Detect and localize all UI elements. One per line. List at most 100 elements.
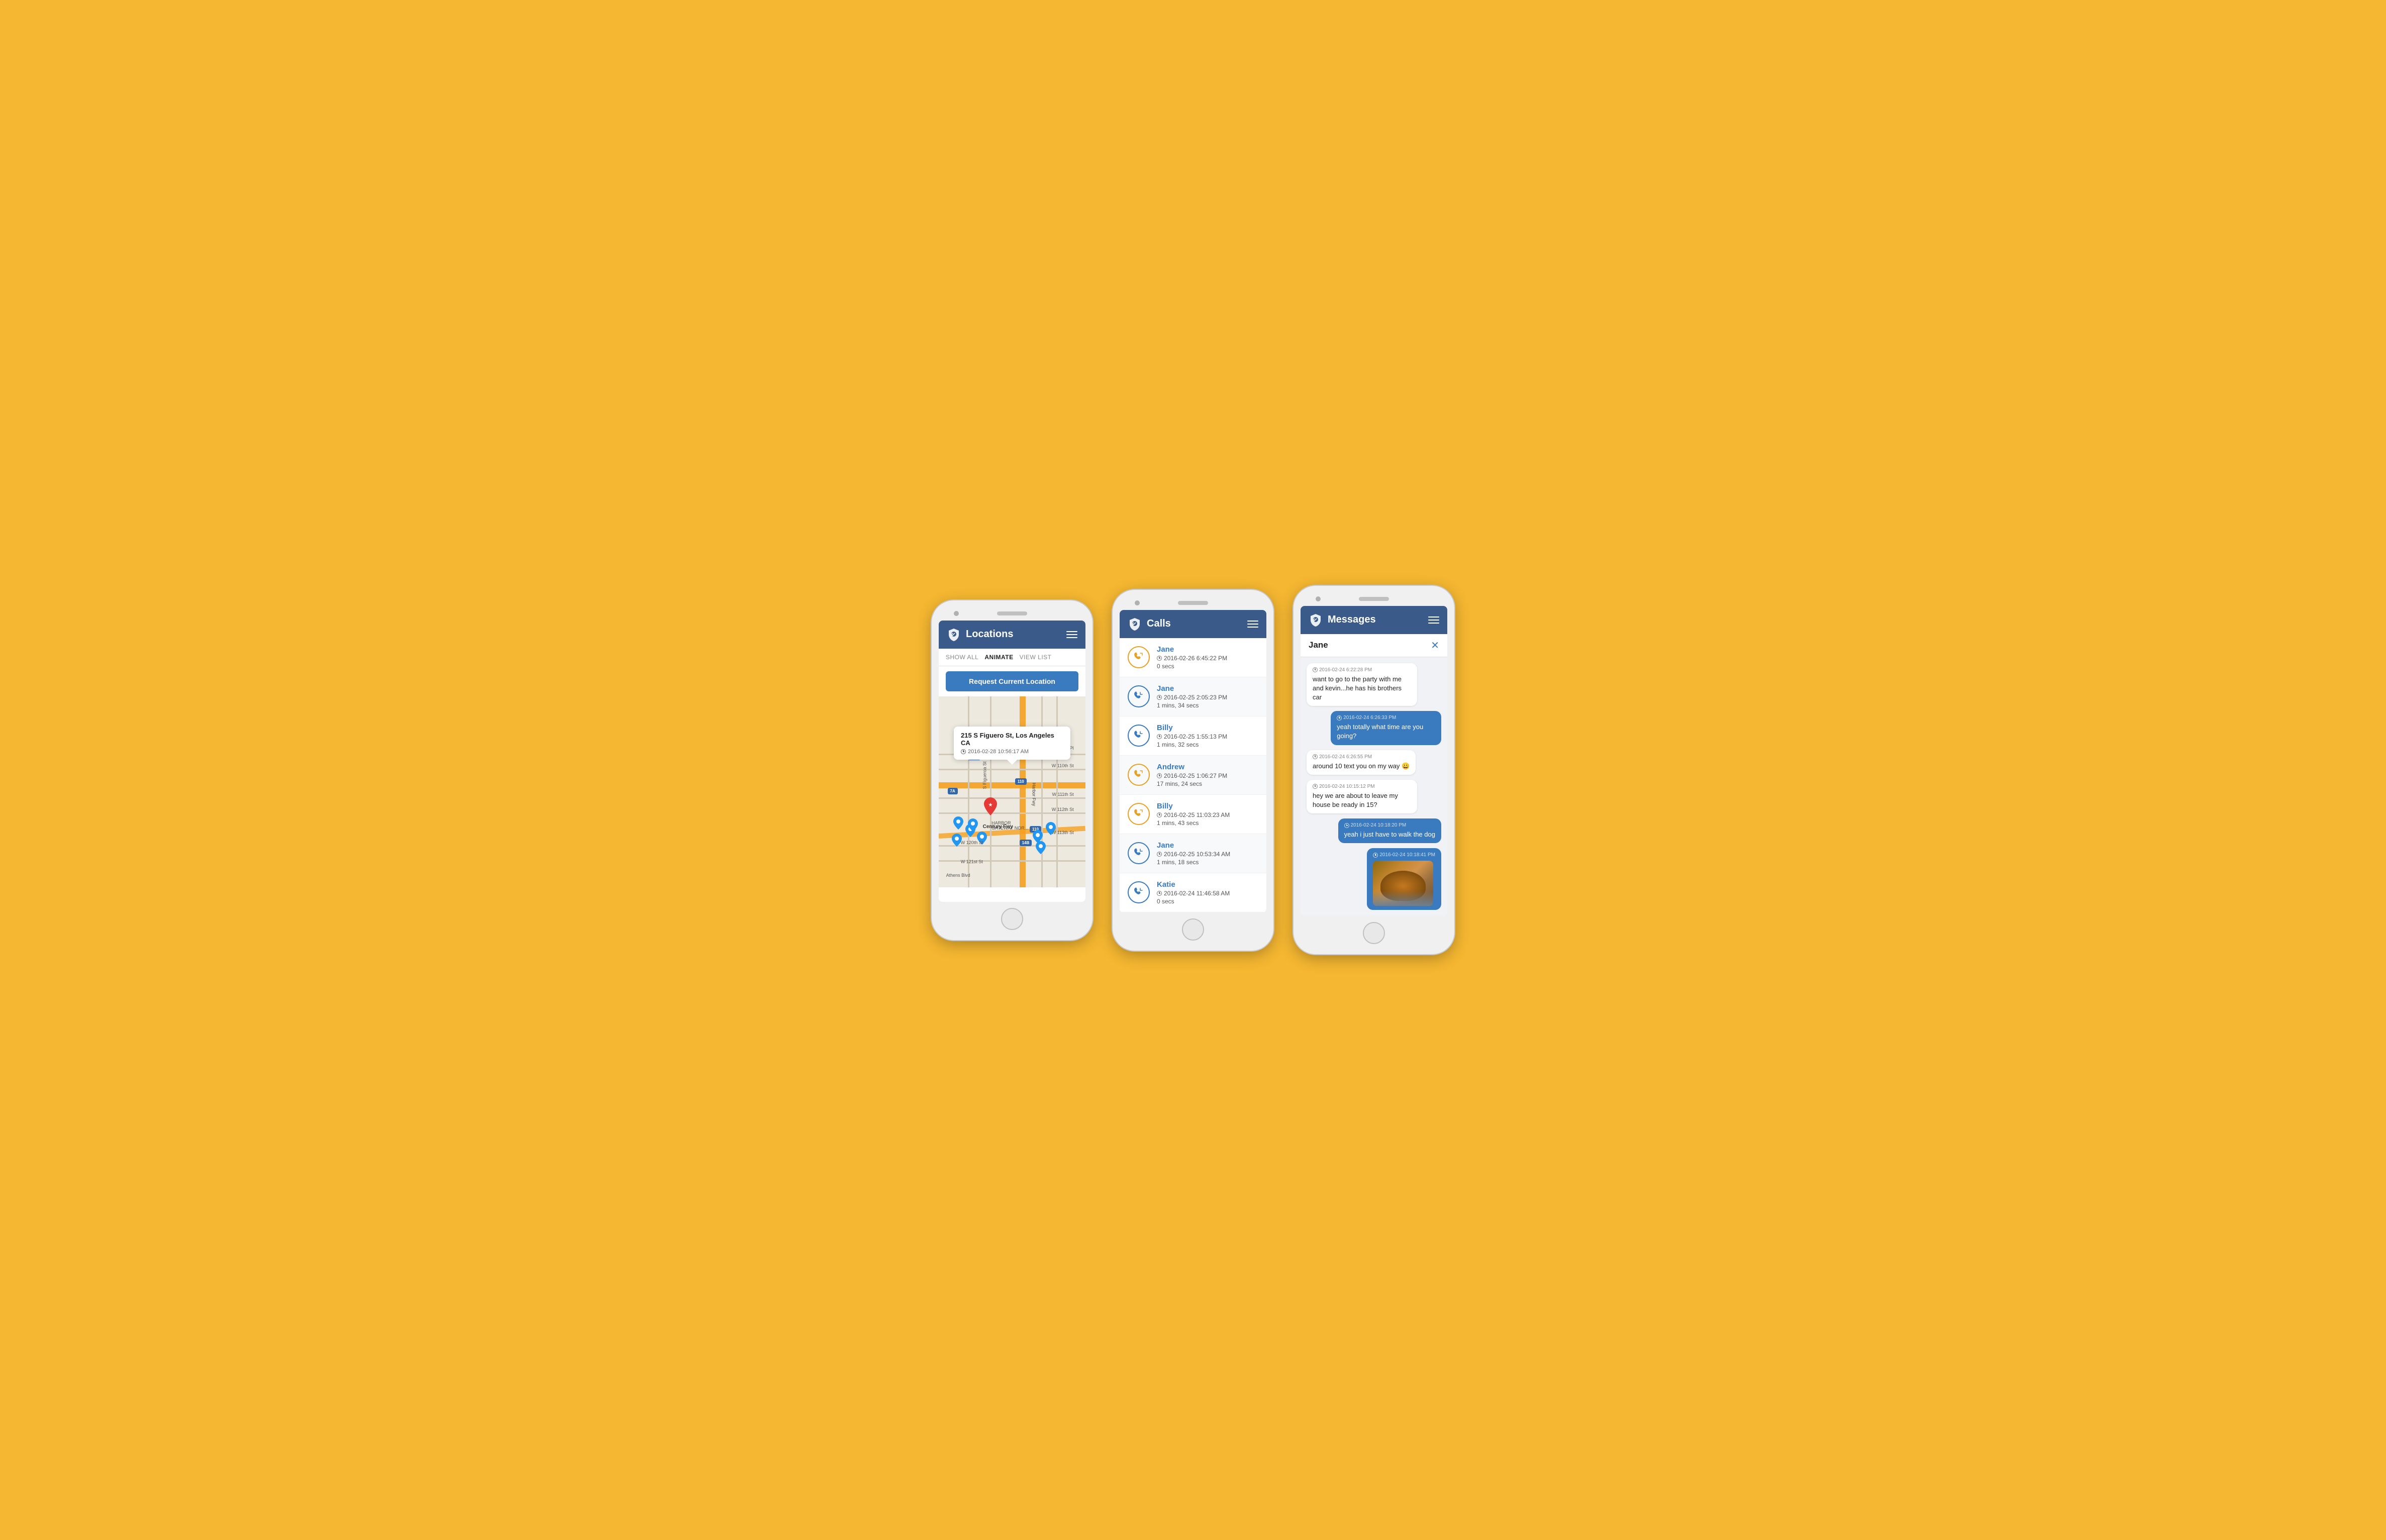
call-item[interactable]: Jane 2016-02-26 6:45:22 PM 0 secs: [1120, 638, 1266, 677]
call-item[interactable]: Billy 2016-02-25 11:03:23 AM 1 mins, 43 …: [1120, 795, 1266, 834]
call-time: 2016-02-25 1:55:13 PM: [1157, 733, 1258, 740]
home-button-1[interactable]: [1001, 908, 1023, 930]
call-clock-icon: [1157, 891, 1162, 896]
message-bubble: 2016-02-24 6:26:33 PM yeah totally what …: [1331, 711, 1441, 745]
blue-pin-1: [953, 816, 963, 832]
map-label-w121: W 121st St: [961, 859, 983, 864]
call-name: Andrew: [1157, 763, 1258, 771]
locations-menu[interactable]: [1066, 631, 1077, 638]
messages-contact-bar: Jane ✕: [1301, 634, 1447, 657]
phone-bottom-1: [939, 902, 1085, 933]
phone-bottom-3: [1301, 916, 1447, 947]
shield-logo-3: [1309, 613, 1323, 627]
speaker-1: [997, 611, 1027, 615]
message-time: 2016-02-24 6:22:28 PM: [1313, 667, 1411, 673]
home-button-3[interactable]: [1363, 922, 1385, 944]
street-v3: [1041, 696, 1043, 887]
call-clock-icon: [1157, 695, 1162, 700]
call-duration: 1 mins, 43 secs: [1157, 819, 1258, 827]
locations-header: Locations: [939, 621, 1085, 649]
call-item[interactable]: Jane 2016-02-25 10:53:34 AM 1 mins, 18 s…: [1120, 834, 1266, 873]
call-duration: 0 secs: [1157, 898, 1258, 905]
call-phone-icon: [1133, 808, 1144, 819]
call-time: 2016-02-25 10:53:34 AM: [1157, 851, 1258, 858]
road-v1: [1020, 696, 1026, 887]
call-info: Jane 2016-02-25 2:05:23 PM 1 mins, 34 se…: [1157, 684, 1258, 709]
message-time: 2016-02-24 10:15:12 PM: [1313, 784, 1411, 789]
street-h3: [939, 797, 1085, 799]
popup-arrow: [1007, 760, 1017, 765]
message-clock-icon: [1373, 853, 1378, 858]
phone-messages: Messages Jane ✕ 2016-02-24 6:22:28 PM wa…: [1294, 586, 1454, 955]
messages-header: Messages: [1301, 606, 1447, 634]
hamburger-line-2: [1066, 634, 1077, 635]
home-button-2[interactable]: [1182, 918, 1204, 941]
message-bubble: 2016-02-24 10:18:41 PM: [1367, 848, 1441, 910]
call-info: Billy 2016-02-25 11:03:23 AM 1 mins, 43 …: [1157, 802, 1258, 827]
red-star-pin: ★: [983, 797, 998, 818]
messages-menu[interactable]: [1428, 617, 1439, 624]
calls-header: Calls: [1120, 610, 1266, 638]
call-name: Jane: [1157, 645, 1258, 654]
message-time: 2016-02-24 10:18:20 PM: [1344, 823, 1435, 828]
call-time: 2016-02-26 6:45:22 PM: [1157, 655, 1258, 662]
call-info: Jane 2016-02-25 10:53:34 AM 1 mins, 18 s…: [1157, 841, 1258, 866]
call-icon-circle: [1128, 725, 1150, 747]
message-clock-icon: [1313, 754, 1318, 759]
call-phone-icon: [1133, 652, 1144, 663]
highway-14b-badge: 14B: [1020, 840, 1032, 846]
messages-contact-name: Jane: [1309, 640, 1328, 650]
animate-btn[interactable]: ANIMATE: [984, 654, 1013, 661]
call-phone-icon: [1133, 769, 1144, 780]
svg-text:★: ★: [988, 802, 992, 808]
view-list-btn[interactable]: VIEW LIST: [1020, 654, 1052, 661]
call-info: Billy 2016-02-25 1:55:13 PM 1 mins, 32 s…: [1157, 724, 1258, 748]
camera-3: [1316, 596, 1321, 601]
blue-pin-4: [968, 818, 978, 834]
road-h1: [939, 782, 1085, 788]
call-icon-circle: [1128, 646, 1150, 668]
calls-list: Jane 2016-02-26 6:45:22 PM 0 secs Jane 2…: [1120, 638, 1266, 912]
call-info: Jane 2016-02-26 6:45:22 PM 0 secs: [1157, 645, 1258, 670]
message-text: yeah i just have to walk the dog: [1344, 830, 1435, 839]
call-info: Andrew 2016-02-25 1:06:27 PM 17 mins, 24…: [1157, 763, 1258, 787]
phone-top-2: [1120, 597, 1266, 610]
street-h4: [939, 812, 1085, 814]
call-icon-circle: [1128, 803, 1150, 825]
message-time: 2016-02-24 6:26:33 PM: [1337, 715, 1435, 721]
hamburger-line-9: [1428, 623, 1439, 624]
call-duration: 17 mins, 24 secs: [1157, 780, 1258, 787]
request-location-button[interactable]: Request Current Location: [946, 671, 1078, 691]
popup-time: 2016-02-28 10:56:17 AM: [961, 749, 1063, 755]
call-time: 2016-02-24 11:46:58 AM: [1157, 890, 1258, 897]
message-text: yeah totally what time are you going?: [1337, 723, 1435, 741]
message-clock-icon: [1337, 715, 1342, 721]
blue-pin-7: [1036, 841, 1046, 857]
message-time: 2016-02-24 6:26:55 PM: [1313, 754, 1410, 760]
hamburger-line-5: [1247, 624, 1258, 625]
message-image: [1373, 861, 1433, 906]
call-duration: 1 mins, 32 secs: [1157, 741, 1258, 748]
phone-bottom-2: [1120, 912, 1266, 944]
map-label-w112: W 112th St: [1052, 807, 1074, 812]
locations-toolbar: SHOW ALL ANIMATE VIEW LIST: [939, 649, 1085, 666]
calls-menu[interactable]: [1247, 621, 1258, 628]
calls-title: Calls: [1147, 618, 1242, 630]
show-all-btn[interactable]: SHOW ALL: [946, 654, 978, 661]
speaker-2: [1178, 601, 1208, 605]
messages-close-button[interactable]: ✕: [1431, 639, 1439, 652]
call-name: Katie: [1157, 880, 1258, 889]
call-name: Billy: [1157, 802, 1258, 810]
call-item[interactable]: Andrew 2016-02-25 1:06:27 PM 17 mins, 24…: [1120, 756, 1266, 795]
call-item[interactable]: Katie 2016-02-24 11:46:58 AM 0 secs: [1120, 873, 1266, 912]
message-bubble: 2016-02-24 6:22:28 PM want to go to the …: [1307, 663, 1417, 706]
call-item[interactable]: Billy 2016-02-25 1:55:13 PM 1 mins, 32 s…: [1120, 716, 1266, 756]
locations-title: Locations: [966, 629, 1061, 640]
call-time: 2016-02-25 11:03:23 AM: [1157, 811, 1258, 818]
call-name: Jane: [1157, 684, 1258, 693]
highway-7a-badge: 7A: [948, 788, 958, 794]
message-text: hey we are about to leave my house be re…: [1313, 791, 1411, 809]
call-item[interactable]: Jane 2016-02-25 2:05:23 PM 1 mins, 34 se…: [1120, 677, 1266, 716]
message-clock-icon: [1313, 667, 1318, 672]
message-bubble: 2016-02-24 6:26:55 PM around 10 text you…: [1307, 750, 1416, 775]
